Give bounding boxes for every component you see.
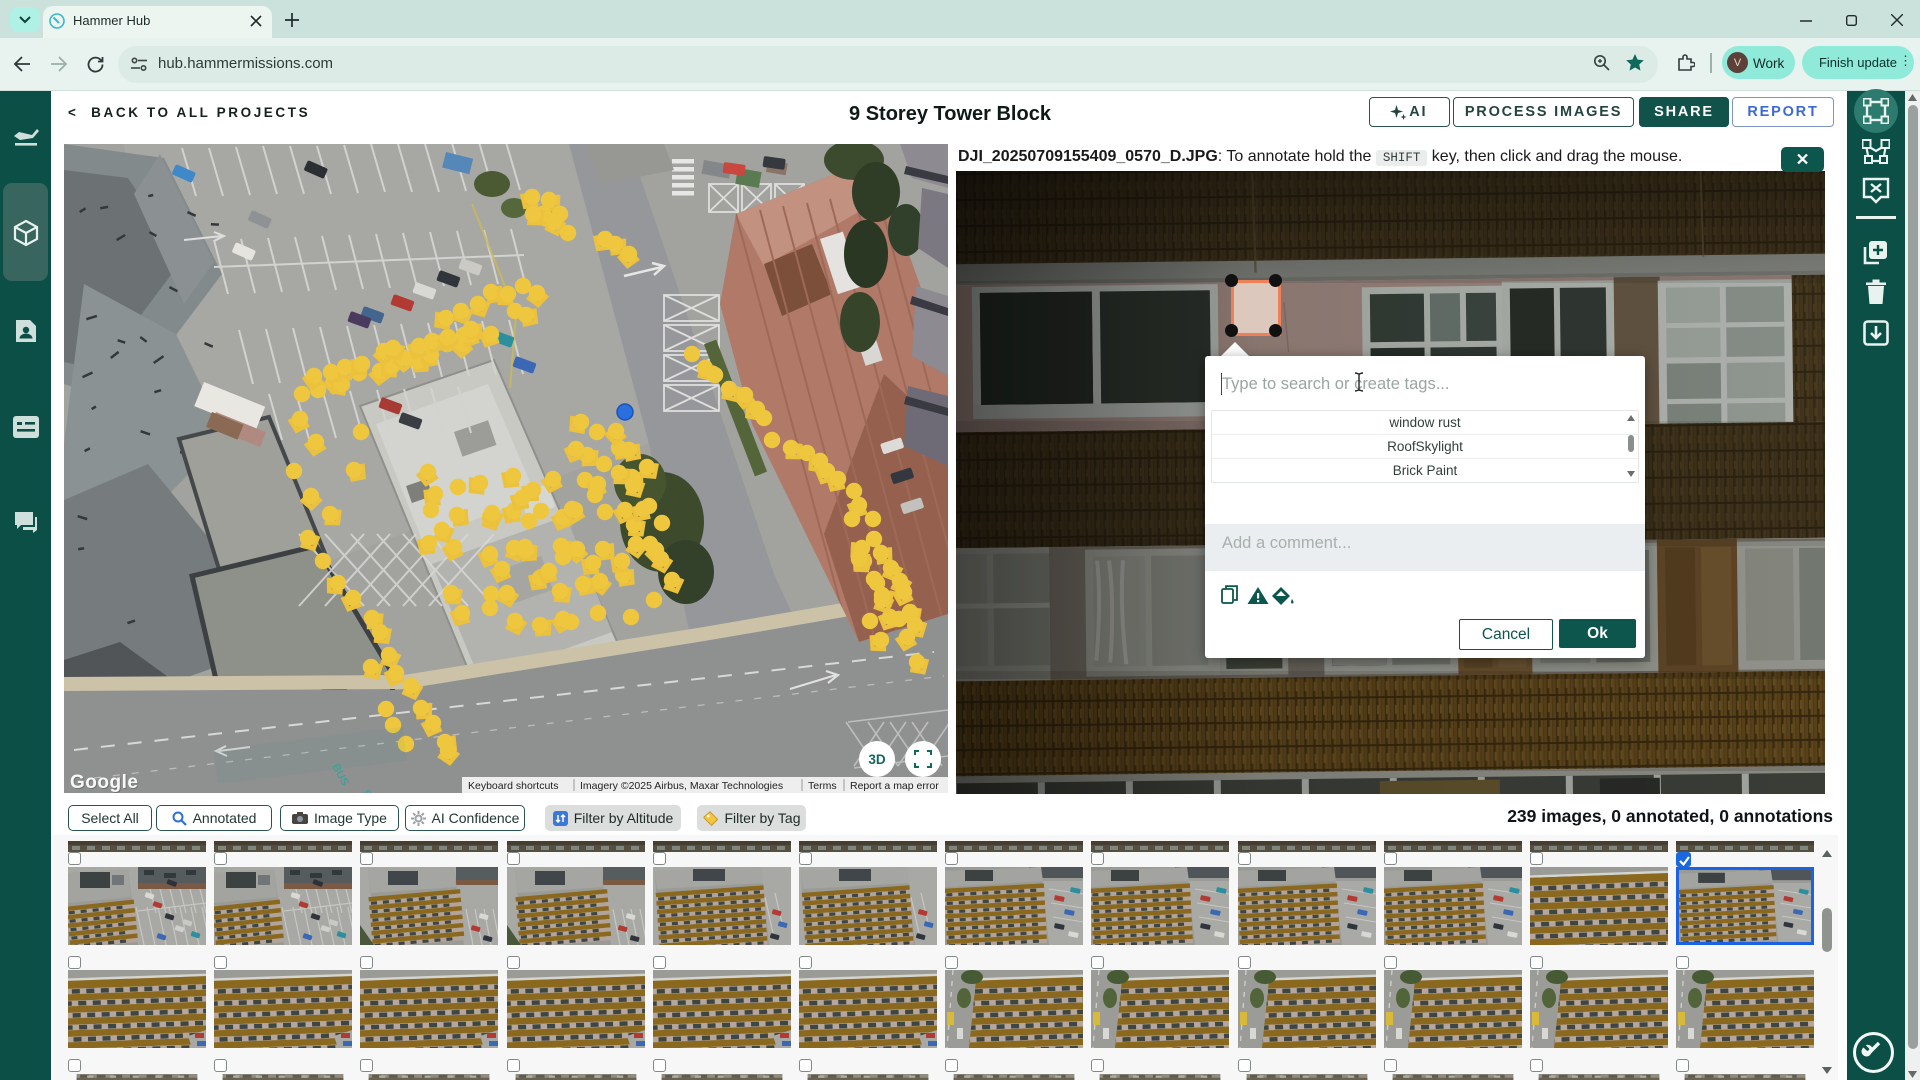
svg-text:Report a map error: Report a map error	[850, 780, 939, 792]
svg-text:Google: Google	[70, 772, 138, 793]
svg-text:Terms: Terms	[808, 780, 837, 792]
svg-text:Imagery ©2025 Airbus, Maxar Te: Imagery ©2025 Airbus, Maxar Technologies	[580, 780, 783, 792]
svg-text:3D: 3D	[868, 752, 886, 767]
svg-text:Keyboard shortcuts: Keyboard shortcuts	[468, 780, 558, 792]
